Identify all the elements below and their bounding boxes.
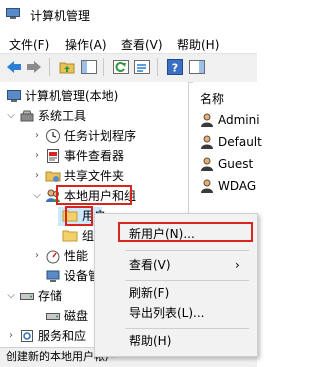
highlight-box — [56, 185, 132, 205]
computer-management-icon — [7, 90, 21, 102]
chevron-right-icon[interactable]: › — [32, 246, 42, 266]
services-icon — [21, 330, 33, 342]
export-list-icon[interactable] — [133, 58, 151, 76]
toolbar-separator — [157, 58, 158, 76]
list-item-label: Admini — [218, 113, 260, 127]
chevron-down-icon[interactable]: ⌵ — [32, 186, 42, 206]
up-folder-icon[interactable] — [58, 58, 76, 76]
event-viewer-icon — [47, 149, 59, 163]
user-icon — [201, 135, 213, 149]
menu-separator — [125, 328, 249, 329]
properties-pane-icon[interactable] — [188, 58, 206, 76]
menu-view[interactable]: 查看(V) — [121, 36, 163, 53]
menu-separator — [125, 250, 249, 251]
svg-text:?: ? — [172, 62, 178, 75]
user-icon — [201, 157, 213, 171]
device-manager-icon — [46, 270, 60, 282]
tree-item-label: 组 — [82, 229, 95, 243]
context-menu-refresh[interactable]: 刷新(F) — [129, 284, 169, 302]
tree-item-system-tools[interactable]: ⌵ 系统工具 — [0, 106, 188, 126]
menu-help[interactable]: 帮助(H) — [177, 36, 219, 53]
tree-item-label: 磁盘 — [64, 309, 89, 323]
computer-management-icon — [6, 8, 20, 19]
menu-action[interactable]: 操作(A) — [65, 36, 107, 53]
back-arrow-icon[interactable] — [5, 58, 23, 76]
tree-item-task-scheduler[interactable]: › 任务计划程序 — [0, 126, 188, 146]
tree-item-label: 任务计划程序 — [64, 129, 137, 143]
tree-item-root[interactable]: 计算机管理(本地) — [0, 86, 188, 106]
tree-item-label: 系统工具 — [38, 109, 87, 123]
window-title: 计算机管理 — [30, 9, 91, 23]
tree-item-shared-folders[interactable]: › 共享文件夹 — [0, 166, 188, 186]
list-item-label: WDAG — [218, 179, 257, 193]
list-item-label: Guest — [218, 157, 254, 171]
disk-icon — [46, 313, 60, 320]
tree-item-event-viewer[interactable]: › 事件查看器 — [0, 146, 188, 166]
tree-item-label: 事件查看器 — [64, 149, 125, 163]
tree-item-label: 存储 — [38, 289, 63, 303]
chevron-down-icon[interactable]: ⌵ — [6, 106, 16, 126]
help-icon[interactable]: ? — [166, 58, 184, 76]
chevron-right-icon[interactable]: › — [32, 126, 42, 146]
folder-icon — [62, 230, 78, 242]
highlight-box — [118, 222, 253, 242]
chevron-right-icon[interactable]: › — [32, 166, 42, 186]
submenu-arrow-icon: › — [235, 258, 240, 272]
refresh-icon[interactable] — [112, 58, 130, 76]
chevron-right-icon[interactable]: › — [6, 326, 16, 346]
storage-icon — [20, 293, 34, 300]
user-icon — [201, 113, 213, 127]
menu-separator — [125, 280, 249, 281]
tree-item-label: 共享文件夹 — [64, 169, 125, 183]
context-menu-help[interactable]: 帮助(H) — [129, 332, 171, 350]
list-item-label: Default — [218, 135, 262, 149]
tree-item-label: 计算机管理(本地) — [25, 89, 119, 103]
chevron-right-icon[interactable]: › — [32, 146, 42, 166]
user-icon — [201, 179, 213, 193]
context-menu-view[interactable]: 查看(V) — [129, 256, 171, 274]
show-hide-tree-icon[interactable] — [80, 58, 98, 76]
column-header-name[interactable]: 名称 — [200, 90, 224, 107]
chevron-down-icon[interactable]: ⌵ — [6, 286, 16, 306]
highlight-box — [65, 206, 93, 226]
toolbar-separator — [49, 58, 50, 76]
menu-file[interactable]: 文件(F) — [9, 36, 49, 53]
forward-arrow-icon[interactable] — [25, 58, 43, 76]
clock-icon — [46, 129, 60, 143]
tree-item-label: 性能 — [64, 249, 89, 263]
shared-folder-icon — [45, 171, 61, 182]
performance-icon — [46, 250, 60, 264]
toolbar-separator — [103, 58, 104, 76]
tools-icon — [20, 110, 34, 122]
tree-item-label: 服务和应 — [38, 329, 87, 343]
context-menu-export[interactable]: 导出列表(L)... — [129, 304, 205, 322]
